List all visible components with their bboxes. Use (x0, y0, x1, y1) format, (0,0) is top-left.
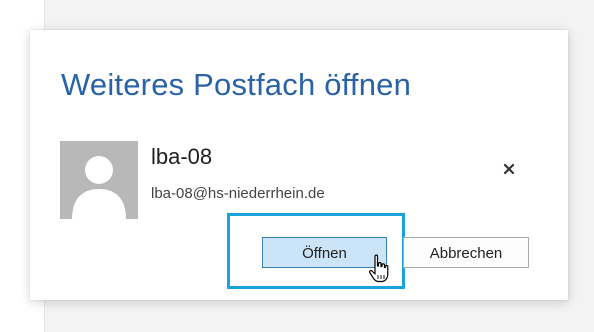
cancel-button[interactable]: Abbrechen (403, 237, 529, 268)
open-mailbox-dialog: Weiteres Postfach öffnen lba-08 lba-08@h… (30, 30, 568, 300)
remove-user-button[interactable] (500, 160, 518, 178)
hand-pointer-icon (368, 254, 390, 284)
user-email: lba-08@hs-niederrhein.de (151, 185, 325, 202)
close-icon (500, 160, 518, 178)
dialog-title: Weiteres Postfach öffnen (61, 67, 412, 102)
user-name: lba-08 (151, 144, 213, 169)
person-placeholder-icon (60, 141, 138, 219)
